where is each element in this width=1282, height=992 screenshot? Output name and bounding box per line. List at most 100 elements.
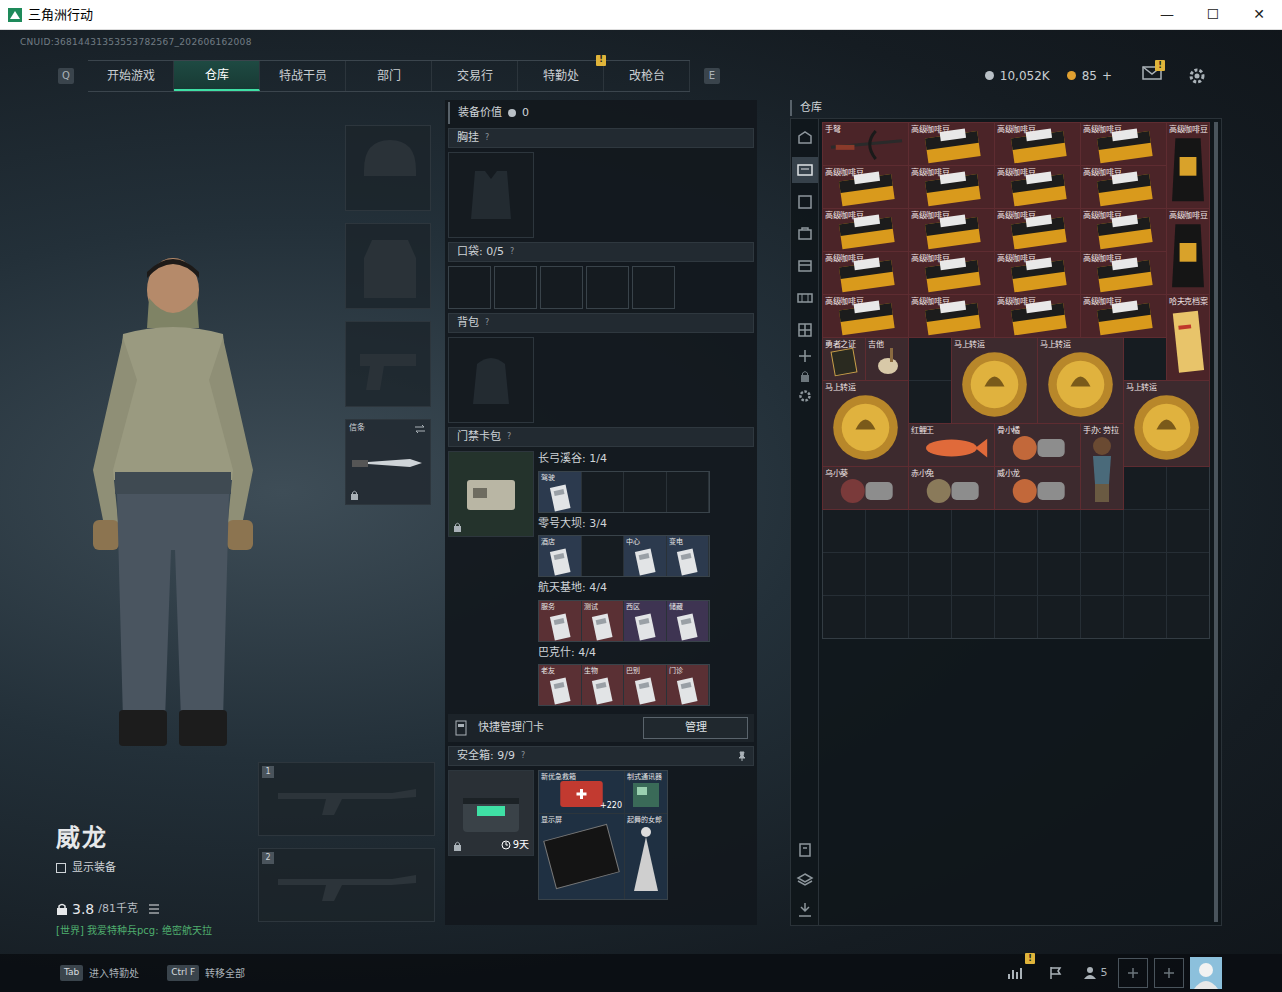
empty-cell[interactable]: [909, 381, 951, 423]
invite-slot[interactable]: [1118, 958, 1148, 988]
keycard-slot[interactable]: [624, 472, 667, 512]
warehouse-item[interactable]: 高级咖啡豆: [1081, 252, 1166, 294]
avatar[interactable]: [1190, 957, 1222, 989]
keycard-slot[interactable]: [582, 472, 625, 512]
keycard-slot[interactable]: 西区: [624, 601, 667, 641]
pocket-slot[interactable]: [540, 266, 583, 309]
flag-button[interactable]: [1038, 959, 1072, 987]
empty-cell[interactable]: [995, 553, 1037, 595]
warehouse-tab[interactable]: [792, 317, 818, 343]
warehouse-item[interactable]: 威小龙: [995, 467, 1080, 509]
warehouse-item[interactable]: 乌小葵: [823, 467, 908, 509]
empty-cell[interactable]: [909, 553, 951, 595]
safe-item[interactable]: 显示屏: [539, 814, 624, 899]
warehouse-item[interactable]: 高级咖啡豆: [823, 295, 908, 337]
empty-cell[interactable]: [866, 596, 908, 638]
warehouse-item[interactable]: 马上转运: [952, 338, 1037, 423]
window-control[interactable]: ✕: [1236, 4, 1282, 25]
warehouse-tab[interactable]: [792, 253, 818, 279]
safe-item[interactable]: 制式通讯器: [625, 771, 667, 813]
empty-cell[interactable]: [1038, 510, 1080, 552]
empty-cell[interactable]: [1167, 596, 1209, 638]
warehouse-item[interactable]: 手弩: [823, 123, 908, 165]
helmet-slot[interactable]: [345, 125, 431, 211]
pocket-slot[interactable]: [586, 266, 629, 309]
chest-slot[interactable]: [448, 152, 534, 238]
warehouse-item[interactable]: 高级咖啡豆: [823, 252, 908, 294]
show-gear-toggle[interactable]: 显示装备: [56, 860, 258, 877]
keycard-slot[interactable]: 服务: [539, 601, 582, 641]
warehouse-item[interactable]: 高级咖啡豆: [1081, 209, 1166, 251]
next-tab-key[interactable]: E: [704, 68, 720, 84]
scrollbar[interactable]: [1214, 122, 1218, 922]
empty-cell[interactable]: [952, 510, 994, 552]
warehouse-tab[interactable]: [792, 157, 818, 183]
keycard-slot[interactable]: [667, 472, 710, 512]
pocket-slot[interactable]: [448, 266, 491, 309]
keycard-slot[interactable]: 变电: [667, 536, 710, 576]
add-tab-icon[interactable]: [798, 349, 812, 363]
empty-cell[interactable]: [909, 338, 951, 380]
warehouse-tab[interactable]: [792, 125, 818, 151]
window-control[interactable]: —: [1144, 4, 1190, 25]
empty-cell[interactable]: [909, 596, 951, 638]
empty-cell[interactable]: [952, 596, 994, 638]
prev-tab-key[interactable]: Q: [58, 68, 74, 84]
warehouse-item[interactable]: 高级咖啡豆: [909, 295, 994, 337]
empty-cell[interactable]: [1124, 510, 1166, 552]
warehouse-item[interactable]: 高级咖啡豆: [995, 209, 1080, 251]
help-mark[interactable]: ?: [485, 132, 489, 144]
keycard-slot[interactable]: 储藏: [667, 601, 710, 641]
empty-cell[interactable]: [1038, 553, 1080, 595]
mail-button[interactable]: !: [1142, 66, 1162, 85]
warehouse-item[interactable]: 高级咖啡豆: [995, 295, 1080, 337]
warehouse-tab[interactable]: [792, 285, 818, 311]
keycard-slot[interactable]: 中心: [624, 536, 667, 576]
empty-cell[interactable]: [1081, 596, 1123, 638]
warehouse-item[interactable]: 高级咖啡豆: [909, 166, 994, 208]
warehouse-item[interactable]: 哈夫克档案: [1167, 295, 1209, 380]
safe-item[interactable]: 起舞的女郎: [625, 814, 667, 899]
pocket-slot[interactable]: [632, 266, 675, 309]
nav-tab[interactable]: 开始游戏: [88, 61, 174, 91]
nav-tab[interactable]: 部门: [346, 61, 432, 91]
empty-cell[interactable]: [823, 596, 865, 638]
weapon-slot[interactable]: 2: [258, 848, 435, 922]
nav-tab[interactable]: 改枪台: [604, 61, 690, 91]
manage-button[interactable]: 管理: [643, 717, 748, 740]
keycard-slot[interactable]: 测试: [582, 601, 625, 641]
empty-cell[interactable]: [952, 553, 994, 595]
help-mark[interactable]: ?: [507, 431, 511, 443]
keycard-slot[interactable]: [582, 536, 625, 576]
warehouse-item[interactable]: 高级咖啡豆: [909, 209, 994, 251]
warehouse-item[interactable]: 马上转运: [1038, 338, 1123, 423]
empty-cell[interactable]: [1167, 510, 1209, 552]
warehouse-item[interactable]: 高级咖啡豆: [1081, 295, 1166, 337]
warehouse-item[interactable]: 吉他: [866, 338, 908, 380]
warehouse-item[interactable]: 手办: 劳拉: [1081, 424, 1123, 509]
empty-cell[interactable]: [909, 510, 951, 552]
stats-button[interactable]: !: [998, 959, 1032, 987]
keycard-slot[interactable]: 门诊: [667, 665, 710, 705]
warehouse-item[interactable]: 高级咖啡豆: [909, 252, 994, 294]
help-mark[interactable]: ?: [521, 750, 525, 762]
collect-icon[interactable]: [796, 901, 814, 919]
safe-case[interactable]: 9天: [448, 770, 534, 856]
safe-item[interactable]: 新优急救箱+220: [539, 771, 624, 813]
nav-tab[interactable]: 特勤处!: [518, 61, 604, 91]
empty-cell[interactable]: [1038, 596, 1080, 638]
currency-add[interactable]: +: [1102, 67, 1112, 85]
help-mark[interactable]: ?: [485, 317, 489, 329]
gear-icon[interactable]: [1188, 67, 1206, 85]
weapon-slot[interactable]: 1: [258, 762, 435, 836]
keycard-slot[interactable]: 巴别: [624, 665, 667, 705]
warehouse-item[interactable]: 勇者之证: [823, 338, 865, 380]
nav-tab[interactable]: 仓库: [174, 61, 260, 91]
warehouse-item[interactable]: 高级咖啡豆: [823, 166, 908, 208]
empty-cell[interactable]: [1124, 596, 1166, 638]
warehouse-tab[interactable]: [792, 221, 818, 247]
keycard-slot[interactable]: 驾驶: [539, 472, 582, 512]
warehouse-item[interactable]: 高级咖啡豆: [1081, 123, 1166, 165]
warehouse-item[interactable]: 高级咖啡豆: [1167, 123, 1209, 208]
backpack-slot[interactable]: [448, 337, 534, 423]
